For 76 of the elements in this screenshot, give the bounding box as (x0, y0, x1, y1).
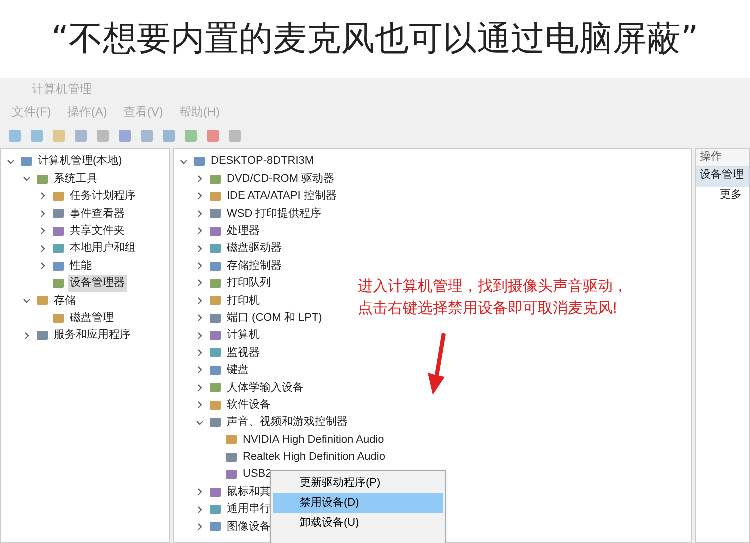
tree-item[interactable]: IDE ATA/ATAPI 控制器 (225, 188, 339, 205)
device-icon (52, 242, 65, 256)
annotation-text: 点击右键选择禁用设备即可取消麦克风! (358, 299, 618, 319)
device-icon (193, 155, 206, 168)
tree-item[interactable]: 人体学输入设备 (225, 380, 306, 396)
tree-item[interactable]: 键盘 (225, 362, 251, 379)
tree-item[interactable]: 打印机 (225, 292, 262, 310)
device-icon (209, 224, 222, 238)
device-icon (209, 207, 222, 220)
tree-item[interactable]: 通用串行 (225, 501, 273, 518)
tree-item[interactable]: 打印队列 (225, 275, 273, 292)
device-icon (209, 486, 222, 499)
tree-item[interactable]: 性能 (68, 258, 94, 274)
tree-item[interactable]: 监视器 (225, 344, 262, 362)
window-title: 计算机管理 (32, 81, 92, 98)
device-icon (20, 155, 33, 168)
device-icon (52, 207, 65, 220)
tree-item[interactable]: 端口 (COM 和 LPT) (225, 310, 324, 326)
device-icon (209, 364, 222, 377)
menu-item[interactable]: 禁用设备(D) (273, 493, 443, 513)
headline: “不想要内置的麦克风也可以通过电脑屏蔽” (51, 18, 699, 60)
device-icon (209, 346, 222, 360)
device-icon (52, 190, 65, 203)
tree-item[interactable]: 事件查看器 (68, 206, 127, 222)
tree-item[interactable]: 声音、视频和游戏控制器 (225, 414, 350, 431)
tree-item[interactable]: USB2 (241, 466, 274, 483)
tree-item[interactable]: DESKTOP-8DTRI3M (209, 153, 316, 170)
tree-item[interactable]: 磁盘驱动器 (225, 240, 284, 257)
tree-item[interactable]: 存储控制器 (225, 258, 284, 274)
device-icon (209, 329, 222, 342)
tree-item[interactable]: DVD/CD-ROM 驱动器 (225, 170, 337, 188)
device-icon (36, 294, 49, 308)
tree-item[interactable]: 共享文件夹 (68, 223, 127, 240)
annotation-text: 进入计算机管理，找到摄像头声音驱动， (358, 277, 628, 297)
device-icon (209, 294, 222, 308)
tree-item[interactable]: 软件设备 (225, 396, 273, 414)
device-icon (36, 172, 49, 186)
tree-item[interactable]: 鼠标和其 (225, 484, 273, 500)
tree-item[interactable]: 磁盘管理 (68, 310, 116, 326)
device-icon (209, 242, 222, 256)
action-section[interactable]: 设备管理 (696, 167, 749, 187)
tree-item[interactable]: WSD 打印提供程序 (225, 206, 324, 222)
menu-item[interactable]: 卸载设备(U) (273, 513, 443, 533)
device-icon (209, 416, 222, 430)
device-icon (209, 312, 222, 325)
tree-item[interactable]: 本地用户和组 (68, 240, 138, 257)
device-icon (225, 433, 238, 446)
device-icon (36, 329, 49, 342)
tree-item[interactable]: 处理器 (225, 223, 262, 240)
action-link[interactable]: 更多 (696, 187, 749, 205)
tree-item[interactable]: 计算机管理(本地) (36, 153, 124, 170)
device-icon (225, 450, 238, 464)
tree-item[interactable]: 图像设备 (225, 518, 273, 536)
device-icon (209, 520, 222, 534)
tree-item[interactable]: 系统工具 (52, 170, 100, 188)
tree-item[interactable]: 任务计划程序 (68, 188, 138, 205)
tree-item[interactable]: 存储 (52, 292, 78, 310)
device-icon (209, 276, 222, 290)
device-icon (209, 260, 222, 273)
tree-item[interactable]: 计算机 (225, 327, 262, 344)
device-icon (209, 172, 222, 186)
pane-header: 操作 (696, 149, 749, 167)
tree-item[interactable]: Realtek High Definition Audio (241, 449, 388, 466)
device-icon (52, 260, 65, 273)
device-icon (209, 398, 222, 412)
menu-item[interactable]: 更新驱动程序(P) (273, 473, 443, 493)
device-icon (52, 276, 65, 290)
device-icon (225, 468, 238, 482)
device-icon (209, 190, 222, 203)
device-icon (52, 224, 65, 238)
device-icon (209, 503, 222, 516)
device-icon (209, 381, 222, 394)
tree-item[interactable]: 服务和应用程序 (52, 327, 133, 344)
tree-item[interactable]: 设备管理器 (68, 275, 127, 292)
device-icon (52, 312, 65, 325)
tree-item[interactable]: NVIDIA High Definition Audio (241, 432, 386, 448)
